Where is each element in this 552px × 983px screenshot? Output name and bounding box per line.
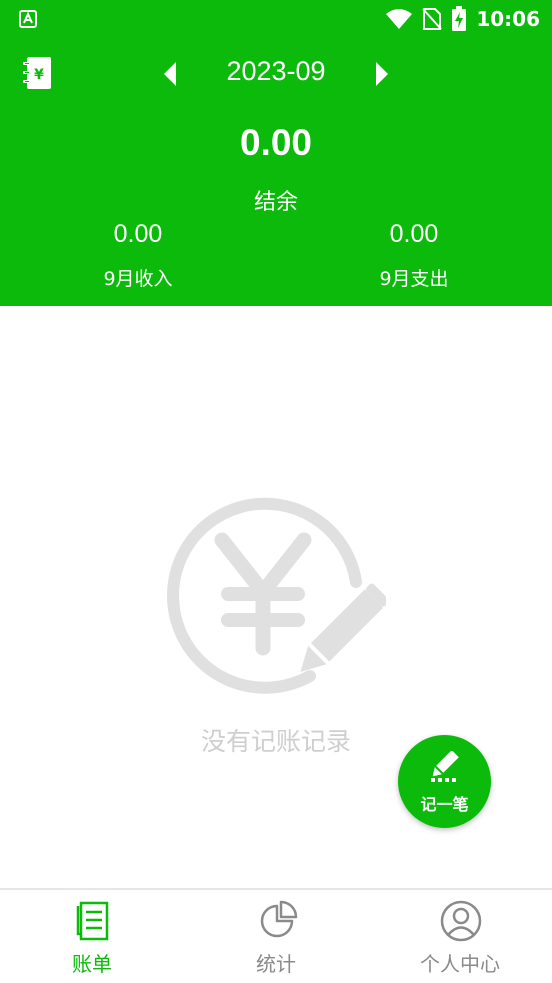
next-month-button[interactable] bbox=[374, 60, 390, 88]
status-icons: 10:06 bbox=[385, 6, 540, 32]
status-bar: 10:06 bbox=[0, 0, 552, 38]
month-label[interactable]: 2023-09 bbox=[196, 56, 356, 87]
svg-text:¥: ¥ bbox=[34, 67, 44, 83]
nav-label-bill: 账单 bbox=[72, 952, 112, 976]
nav-item-bill[interactable]: 账单 bbox=[0, 890, 184, 983]
balance-value: 0.00 bbox=[239, 122, 312, 163]
status-time: 10:06 bbox=[476, 7, 540, 31]
account-book-icon[interactable]: ¥ bbox=[22, 55, 54, 91]
user-icon bbox=[440, 900, 482, 942]
nav-item-stats[interactable]: 统计 bbox=[184, 890, 368, 983]
expense-value: 0.00 bbox=[389, 220, 439, 248]
fab-label: 记一笔 bbox=[420, 795, 469, 814]
pencil-icon bbox=[431, 751, 459, 782]
bill-icon bbox=[76, 901, 109, 941]
prev-month-button[interactable] bbox=[162, 60, 178, 88]
a-icon bbox=[19, 10, 37, 28]
balance-label: 结余 bbox=[253, 190, 298, 215]
yen-pencil-icon bbox=[167, 497, 386, 694]
pie-chart-icon bbox=[260, 900, 298, 938]
nav-label-profile: 个人中心 bbox=[420, 952, 500, 976]
battery-charging-icon bbox=[452, 6, 467, 31]
no-sim-icon bbox=[422, 8, 443, 30]
bottom-nav: 账单 统计 个人中心 bbox=[0, 888, 552, 983]
nav-label-stats: 统计 bbox=[256, 952, 296, 976]
nav-item-profile[interactable]: 个人中心 bbox=[368, 890, 552, 983]
add-record-button[interactable]: 记一笔 bbox=[398, 735, 491, 828]
expense-label: 9月支出 bbox=[379, 268, 449, 290]
wifi-icon bbox=[386, 9, 413, 29]
income-value: 0.00 bbox=[113, 220, 163, 248]
income-label: 9月收入 bbox=[103, 268, 173, 290]
header: 10:06 ¥ 2023-09 0.00 结余 0.00 9月收入 0.00 9… bbox=[0, 0, 552, 306]
